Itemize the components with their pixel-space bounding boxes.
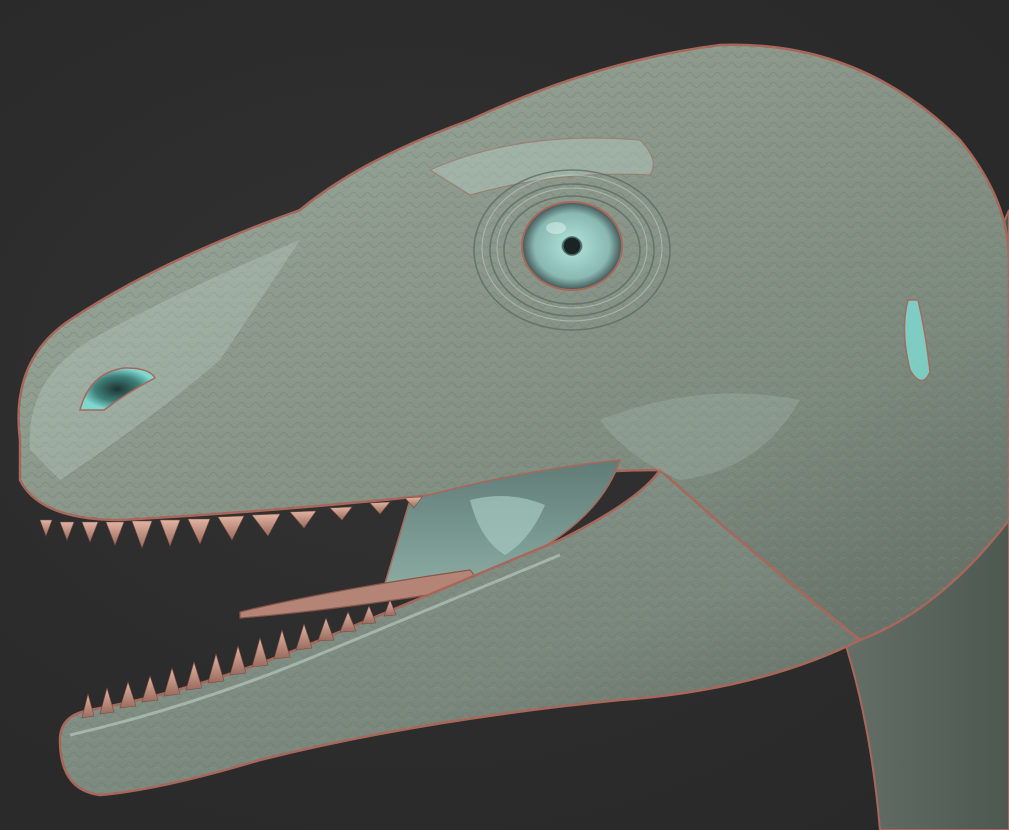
eye-glint: [546, 222, 566, 234]
sculpt-viewport[interactable]: [0, 0, 1009, 830]
pupil: [562, 236, 582, 256]
dinosaur-head-render: [17, 43, 1009, 830]
